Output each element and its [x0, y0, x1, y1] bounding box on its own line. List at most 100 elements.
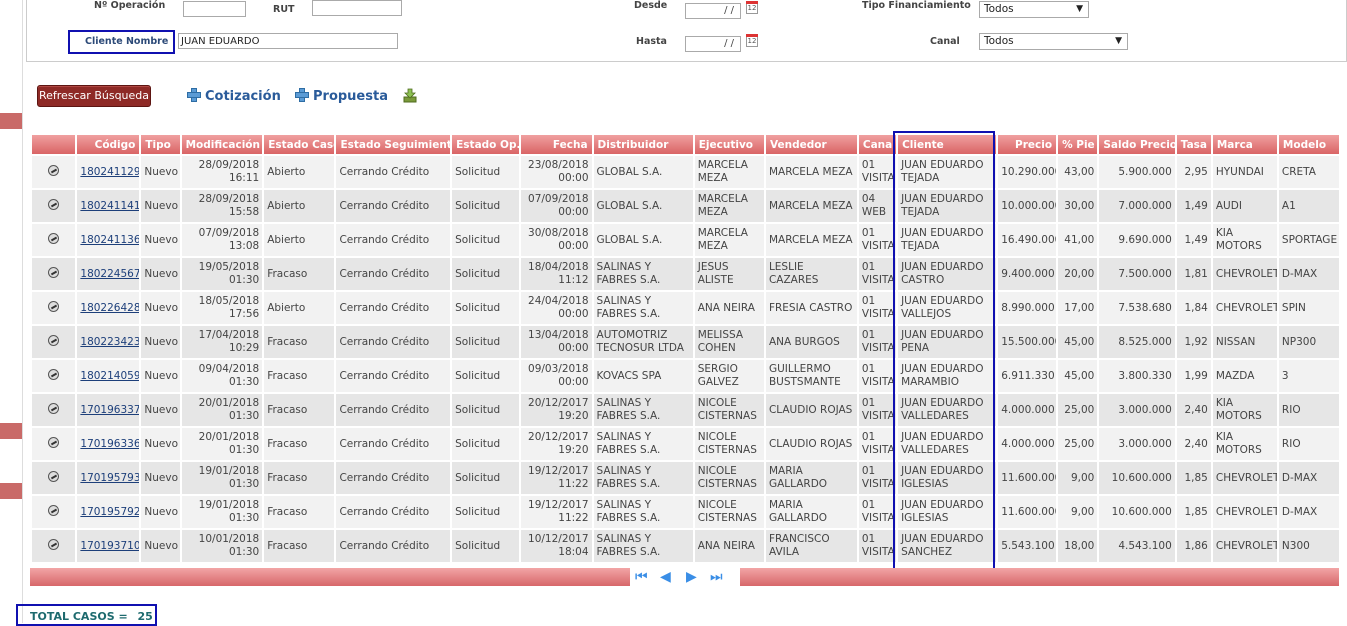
cell-vendedor: MARCELA MEZA: [765, 224, 857, 258]
cell-estado-caso: Abierto: [264, 190, 335, 224]
column-header[interactable]: Saldo Precio: [1099, 135, 1175, 156]
calendar-icon[interactable]: 12: [746, 1, 758, 14]
column-header[interactable]: Modificación: [181, 135, 263, 156]
column-header[interactable]: Estado Caso: [264, 135, 335, 156]
codigo-link[interactable]: 180224567: [80, 268, 139, 280]
fecha-date: 30/08/2018: [528, 227, 589, 239]
view-detail-icon[interactable]: [48, 368, 60, 380]
view-detail-icon[interactable]: [48, 232, 60, 244]
table-row[interactable]: 170195793 Nuevo 19/01/2018 01:30 Fracaso Cerr…: [32, 462, 1339, 496]
table-row[interactable]: 180241136 Nuevo 07/09/2018 13:08 Abierto Cerr…: [32, 224, 1339, 258]
view-detail-icon[interactable]: [48, 538, 60, 550]
column-header[interactable]: Tasa: [1176, 135, 1211, 156]
view-detail-icon[interactable]: [48, 164, 60, 176]
canal-select[interactable]: Todos ▼: [979, 33, 1128, 50]
canal-label: Canal: [930, 36, 960, 47]
column-header[interactable]: Ejecutivo: [694, 135, 764, 156]
view-detail-cell: [32, 224, 76, 258]
codigo-link[interactable]: 180241129: [80, 166, 139, 178]
codigo-link[interactable]: 170193710: [80, 540, 139, 552]
plus-icon: [295, 88, 309, 102]
codigo-link[interactable]: 170195793: [80, 472, 139, 484]
cell-ejecutivo: ANA NEIRA: [694, 530, 764, 564]
propuesta-button[interactable]: Propuesta: [295, 88, 388, 104]
table-row[interactable]: 180214059 Nuevo 09/04/2018 01:30 Fracaso Cerr…: [32, 360, 1339, 394]
column-header[interactable]: Marca: [1212, 135, 1277, 156]
codigo-link[interactable]: 180241136: [80, 234, 139, 246]
view-detail-cell: [32, 394, 76, 428]
prev-page-icon[interactable]: ◀: [660, 569, 671, 585]
refresh-search-button[interactable]: Refrescar Búsqueda: [37, 85, 151, 107]
column-header[interactable]: Precio: [998, 135, 1057, 156]
mod-time: 01:30: [228, 478, 260, 490]
cell-ejecutivo: JESUS ALISTE: [694, 258, 764, 292]
codigo-link[interactable]: 180241141: [80, 200, 139, 212]
column-header[interactable]: Código: [77, 135, 140, 156]
hasta-date-input[interactable]: / /: [685, 36, 741, 52]
cotizacion-label: Cotización: [205, 89, 281, 104]
tipo-financiamiento-select[interactable]: Todos ▼: [979, 1, 1089, 18]
column-header[interactable]: Estado Seguimiento: [336, 135, 451, 156]
last-page-icon[interactable]: ⏭: [710, 569, 723, 585]
column-header[interactable]: Estado Op.: [452, 135, 520, 156]
table-row[interactable]: 180241129 Nuevo 28/09/2018 16:11 Abierto Cerr…: [32, 156, 1339, 190]
view-detail-cell: [32, 462, 76, 496]
column-header[interactable]: % Pie: [1058, 135, 1098, 156]
sidebar-marker[interactable]: [0, 423, 22, 439]
cell-distribuidor: SALINAS Y FABRES S.A.: [593, 530, 693, 564]
operacion-input[interactable]: [183, 1, 246, 17]
cell-seguimiento: Cerrando Crédito: [336, 190, 451, 224]
cotizacion-button[interactable]: Cotización: [187, 88, 281, 104]
cell-canal: 01 VISITA: [858, 428, 897, 462]
view-detail-icon[interactable]: [48, 300, 60, 312]
view-detail-icon[interactable]: [48, 470, 60, 482]
view-detail-icon[interactable]: [48, 334, 60, 346]
cell-canal: 01 VISITA: [858, 292, 897, 326]
table-row[interactable]: 180223423 Nuevo 17/04/2018 10:29 Fracaso Cerr…: [32, 326, 1339, 360]
cliente-input[interactable]: JUAN EDUARDO: [178, 33, 398, 49]
table-row[interactable]: 170196336 Nuevo 20/01/2018 01:30 Fracaso Cerr…: [32, 428, 1339, 462]
codigo-link[interactable]: 170196336: [80, 438, 139, 450]
sidebar-marker[interactable]: [0, 483, 22, 499]
table-row[interactable]: 170196337 Nuevo 20/01/2018 01:30 Fracaso Cerr…: [32, 394, 1339, 428]
view-detail-icon[interactable]: [48, 504, 60, 516]
column-header[interactable]: Distribuidor: [593, 135, 693, 156]
table-row[interactable]: 170193710 Nuevo 10/01/2018 01:30 Fracaso Cerr…: [32, 530, 1339, 564]
table-row[interactable]: 180241141 Nuevo 28/09/2018 15:58 Abierto Cerr…: [32, 190, 1339, 224]
download-icon[interactable]: [402, 88, 418, 104]
fecha-date: 19/12/2017: [528, 499, 589, 511]
codigo-link[interactable]: 180214059: [80, 370, 139, 382]
cell-ejecutivo: NICOLE CISTERNAS: [694, 394, 764, 428]
table-row[interactable]: 170195792 Nuevo 19/01/2018 01:30 Fracaso Cerr…: [32, 496, 1339, 530]
column-header[interactable]: Fecha: [521, 135, 592, 156]
sidebar-marker[interactable]: [0, 113, 22, 129]
column-header[interactable]: Vendedor: [765, 135, 857, 156]
desde-date-input[interactable]: / /: [685, 3, 741, 19]
cell-codigo: 170196336: [77, 428, 140, 462]
view-detail-icon[interactable]: [48, 266, 60, 278]
cell-fecha: 20/12/2017 19:20: [521, 394, 592, 428]
codigo-link[interactable]: 170195792: [80, 506, 139, 518]
view-detail-icon[interactable]: [48, 402, 60, 414]
cell-saldo: 3.000.000: [1099, 394, 1175, 428]
column-header[interactable]: Tipo: [141, 135, 180, 156]
view-detail-icon[interactable]: [48, 436, 60, 448]
cell-marca: KIA MOTORS: [1212, 224, 1277, 258]
table-row[interactable]: 180226428 Nuevo 18/05/2018 17:56 Abierto Cerr…: [32, 292, 1339, 326]
column-header[interactable]: Canal: [858, 135, 897, 156]
fecha-time: 11:12: [558, 274, 589, 286]
column-header[interactable]: [32, 135, 76, 156]
first-page-icon[interactable]: ⏮: [635, 569, 648, 585]
table-row[interactable]: 180224567 Nuevo 19/05/2018 01:30 Fracaso Cerr…: [32, 258, 1339, 292]
view-detail-icon[interactable]: [48, 198, 60, 210]
rut-input[interactable]: [312, 0, 402, 16]
cell-precio: 9.400.000: [998, 258, 1057, 292]
column-header[interactable]: Modelo: [1278, 135, 1339, 156]
fecha-date: 18/04/2018: [528, 261, 589, 273]
codigo-link[interactable]: 180223423: [80, 336, 139, 348]
next-page-icon[interactable]: ▶: [686, 569, 697, 585]
codigo-link[interactable]: 170196337: [80, 404, 139, 416]
codigo-link[interactable]: 180226428: [80, 302, 139, 314]
cell-distribuidor: SALINAS Y FABRES S.A.: [593, 428, 693, 462]
calendar-icon[interactable]: 12: [746, 34, 758, 47]
